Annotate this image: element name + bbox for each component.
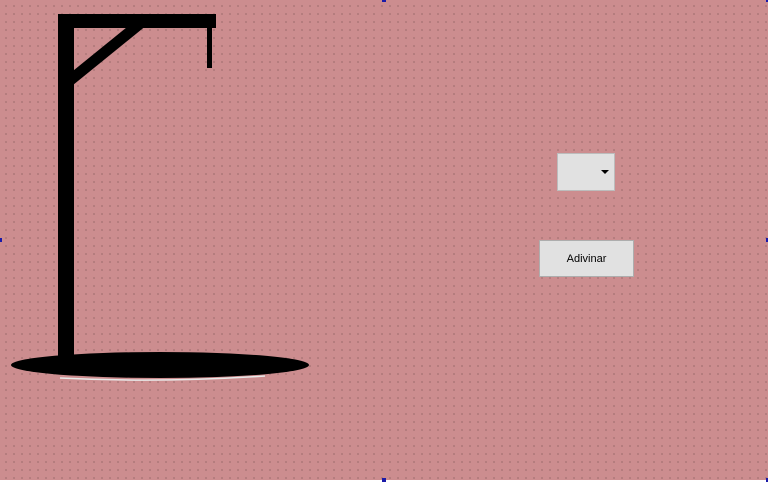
form-designer-surface: Adivinar	[0, 0, 768, 482]
chevron-down-icon[interactable]	[601, 170, 609, 174]
gallows-base	[11, 352, 309, 378]
letter-select[interactable]	[557, 153, 615, 191]
resize-handle-left[interactable]	[0, 238, 2, 242]
resize-handle-bottom[interactable]	[382, 478, 386, 482]
gallows-post	[58, 14, 74, 359]
guess-button[interactable]: Adivinar	[539, 240, 634, 277]
gallows-icon	[11, 14, 309, 381]
gallows-rope	[207, 24, 212, 68]
gallows-brace	[60, 14, 150, 90]
resize-handle-top[interactable]	[382, 0, 386, 2]
